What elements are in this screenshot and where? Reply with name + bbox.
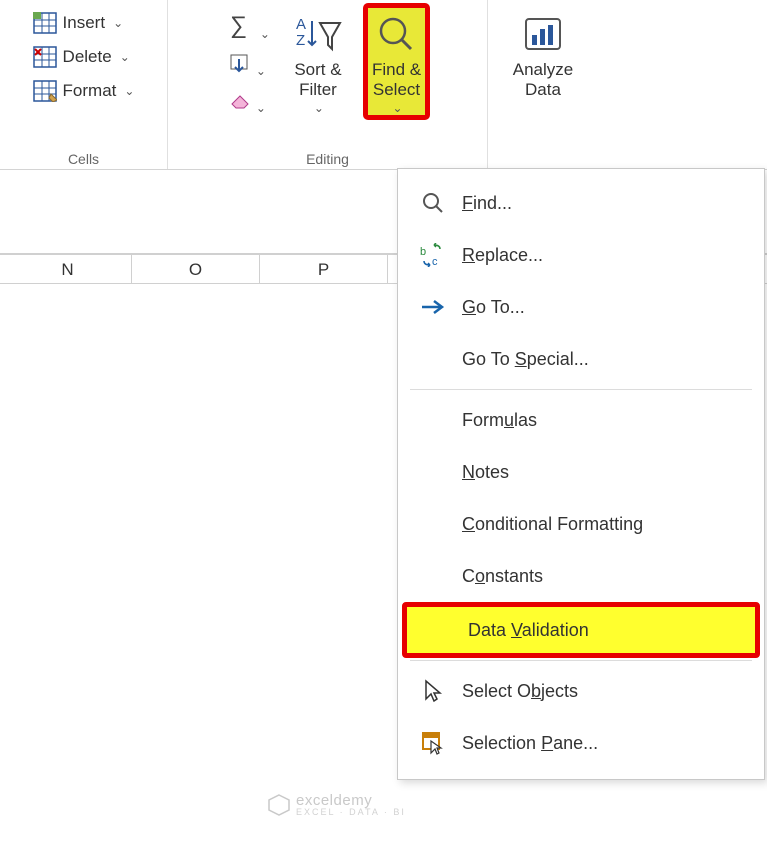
menu-data-validation-label: Data Validation	[468, 620, 589, 641]
insert-button[interactable]: Insert ⌄	[31, 10, 137, 36]
menu-notes[interactable]: Notes	[398, 446, 764, 498]
menu-replace[interactable]: bc Replace...	[398, 229, 764, 281]
svg-text:Z: Z	[296, 32, 305, 49]
group-editing: ∑⌄ ⌄ ⌄ A Z Sort & Filt	[168, 0, 488, 169]
find-select-label: Find & Select	[372, 60, 421, 101]
find-select-menu: Find... bc Replace... Go To... Go To Spe…	[397, 168, 765, 780]
menu-formulas[interactable]: Formulas	[398, 394, 764, 446]
menu-constants[interactable]: Constants	[398, 550, 764, 602]
menu-goto[interactable]: Go To...	[398, 281, 764, 333]
insert-cells-icon	[33, 12, 57, 34]
menu-find[interactable]: Find...	[398, 177, 764, 229]
menu-separator	[410, 660, 752, 661]
menu-selection-pane[interactable]: Selection Pane...	[398, 717, 764, 769]
menu-conditional-formatting[interactable]: Conditional Formatting	[398, 498, 764, 550]
sort-filter-button[interactable]: A Z Sort & Filter⌄	[288, 6, 348, 117]
sort-filter-label: Sort & Filter	[294, 60, 341, 101]
menu-constants-label: Constants	[462, 566, 543, 587]
fill-icon[interactable]: ⌄	[228, 53, 270, 80]
autosum-icon[interactable]: ∑⌄	[228, 12, 270, 43]
delete-label: Delete	[63, 47, 112, 67]
menu-formulas-label: Formulas	[462, 410, 537, 431]
menu-replace-label: Replace...	[462, 245, 543, 266]
watermark: exceldemy EXCEL · DATA · BI	[268, 792, 406, 817]
menu-goto-label: Go To...	[462, 297, 525, 318]
insert-label: Insert	[63, 13, 106, 33]
watermark-icon	[268, 794, 290, 816]
clear-icon[interactable]: ⌄	[228, 90, 270, 117]
menu-find-label: Find...	[462, 193, 512, 214]
menu-notes-label: Notes	[462, 462, 509, 483]
editing-mini-column: ∑⌄ ⌄ ⌄	[228, 6, 270, 117]
format-button[interactable]: Format ⌄	[31, 78, 137, 104]
chevron-down-icon: ⌄	[392, 101, 402, 115]
cursor-icon	[416, 677, 450, 705]
svg-text:∑: ∑	[230, 12, 247, 38]
find-select-button[interactable]: Find & Select⌄	[366, 6, 427, 117]
analyze-data-icon	[519, 12, 567, 58]
svg-text:A: A	[296, 16, 306, 33]
analyze-data-label: Analyze Data	[513, 60, 573, 101]
menu-selection-pane-label: Selection Pane...	[462, 733, 598, 754]
menu-data-validation[interactable]: Data Validation	[404, 604, 758, 656]
delete-cells-icon	[33, 46, 57, 68]
selection-pane-icon	[416, 729, 450, 757]
chevron-down-icon: ⌄	[120, 50, 130, 64]
chevron-down-icon: ⌄	[314, 101, 324, 115]
group-label-analyze	[541, 147, 545, 167]
replace-icon: bc	[416, 241, 450, 269]
group-label-editing: Editing	[306, 147, 349, 167]
menu-select-objects[interactable]: Select Objects	[398, 665, 764, 717]
sort-filter-icon: A Z	[294, 12, 342, 58]
analyze-data-button[interactable]: Analyze Data	[507, 6, 579, 103]
chevron-down-icon: ⌄	[113, 16, 123, 30]
chevron-down-icon: ⌄	[124, 84, 134, 98]
ribbon: Insert ⌄ Delete ⌄ Format ⌄ Cells	[0, 0, 767, 170]
search-icon	[416, 189, 450, 217]
col-header[interactable]: O	[132, 255, 260, 283]
find-select-icon	[373, 12, 421, 58]
svg-text:b: b	[420, 246, 426, 258]
delete-button[interactable]: Delete ⌄	[31, 44, 137, 70]
col-header[interactable]: N	[4, 255, 132, 283]
group-label-cells: Cells	[68, 147, 99, 167]
group-analyze: Analyze Data	[488, 0, 598, 169]
menu-goto-special-label: Go To Special...	[462, 349, 589, 370]
menu-cond-fmt-label: Conditional Formatting	[462, 514, 643, 535]
col-header[interactable]: P	[260, 255, 388, 283]
goto-arrow-icon	[416, 293, 450, 321]
format-label: Format	[63, 81, 117, 101]
group-cells: Insert ⌄ Delete ⌄ Format ⌄ Cells	[0, 0, 168, 169]
menu-goto-special[interactable]: Go To Special...	[398, 333, 764, 385]
svg-text:c: c	[432, 256, 438, 267]
menu-select-objects-label: Select Objects	[462, 681, 578, 702]
format-cells-icon	[33, 80, 57, 102]
watermark-tag: EXCEL · DATA · BI	[296, 807, 406, 817]
menu-separator	[410, 389, 752, 390]
